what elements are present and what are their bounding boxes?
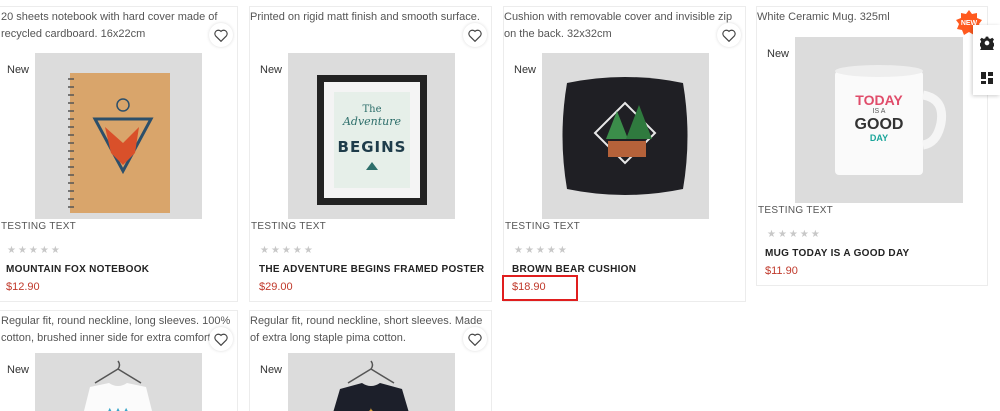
product-card-mug[interactable]: White Ceramic Mug. 325ml New TODAY IS A …: [756, 6, 988, 286]
product-title[interactable]: THE ADVENTURE BEGINS FRAMED POSTER: [259, 264, 484, 275]
svg-text:▴ ▴ ▴: ▴ ▴ ▴: [107, 405, 128, 411]
wishlist-button[interactable]: [209, 23, 233, 47]
rating-stars: ★★★★★: [260, 245, 315, 256]
product-price: $11.90: [765, 265, 798, 277]
product-card-longsleeve[interactable]: Regular fit, round neckline, long sleeve…: [0, 310, 238, 411]
product-description: Regular fit, round neckline, long sleeve…: [1, 315, 231, 344]
product-image[interactable]: ✦: [288, 353, 455, 411]
wishlist-button[interactable]: [717, 23, 741, 47]
product-card-cushion[interactable]: Cushion with removable cover and invisib…: [503, 6, 746, 302]
rating-stars: ★★★★★: [767, 229, 822, 240]
wishlist-button[interactable]: [463, 327, 487, 351]
product-price: $29.00: [259, 281, 293, 293]
gear-icon: [979, 36, 994, 50]
new-label: New: [767, 48, 790, 60]
product-category: TESTING TEXT: [251, 221, 327, 232]
price-highlight-box: [502, 275, 578, 301]
new-label: New: [260, 364, 283, 376]
wishlist-button[interactable]: [463, 23, 487, 47]
product-image[interactable]: The Adventure BEGINS: [288, 53, 455, 219]
product-title[interactable]: BROWN BEAR CUSHION: [512, 264, 636, 275]
heart-icon: [468, 333, 482, 346]
product-card-poster[interactable]: Printed on rigid matt finish and smooth …: [249, 6, 492, 302]
heart-icon: [214, 333, 228, 346]
svg-text:✦: ✦: [367, 407, 375, 411]
heart-icon: [722, 29, 736, 42]
product-card-notebook[interactable]: 20 sheets notebook with hard cover made …: [0, 6, 238, 302]
wishlist-button[interactable]: [209, 327, 233, 351]
product-image[interactable]: [542, 53, 709, 219]
poster-text-begins: BEGINS: [337, 138, 407, 156]
poster-text-adventure: Adventure: [342, 115, 402, 128]
product-title[interactable]: MOUNTAIN FOX NOTEBOOK: [6, 264, 149, 275]
new-label: New: [7, 364, 30, 376]
product-card-shortsleeve[interactable]: Regular fit, round neckline, short sleev…: [249, 310, 492, 411]
settings-button[interactable]: [973, 25, 1000, 60]
layout-icon: [980, 71, 993, 84]
product-category: TESTING TEXT: [758, 205, 834, 216]
side-toolbar: [973, 25, 1000, 95]
heart-icon: [214, 29, 228, 42]
rating-stars: ★★★★★: [7, 245, 62, 256]
product-price: $12.90: [6, 281, 40, 293]
product-description: Regular fit, round neckline, short sleev…: [250, 315, 483, 344]
rating-stars: ★★★★★: [514, 245, 569, 256]
heart-icon: [468, 29, 482, 42]
product-image[interactable]: ▴ ▴ ▴: [35, 353, 202, 411]
new-label: New: [7, 64, 30, 76]
new-label: New: [514, 64, 537, 76]
product-title[interactable]: MUG TODAY IS A GOOD DAY: [765, 248, 910, 259]
product-category: TESTING TEXT: [505, 221, 581, 232]
product-description: Cushion with removable cover and invisib…: [504, 11, 733, 40]
product-category: TESTING TEXT: [1, 221, 77, 232]
product-description: White Ceramic Mug. 325ml: [757, 11, 890, 23]
mug-text: TODAY IS A GOOD DAY: [854, 92, 904, 143]
product-description: 20 sheets notebook with hard cover made …: [1, 11, 218, 40]
new-label: New: [260, 64, 283, 76]
poster-text-the: The: [362, 104, 382, 115]
product-image[interactable]: TODAY IS A GOOD DAY: [795, 37, 963, 203]
layout-button[interactable]: [973, 60, 1000, 95]
product-description: Printed on rigid matt finish and smooth …: [250, 11, 480, 23]
tent-icon: [366, 162, 378, 170]
product-image[interactable]: [35, 53, 202, 219]
